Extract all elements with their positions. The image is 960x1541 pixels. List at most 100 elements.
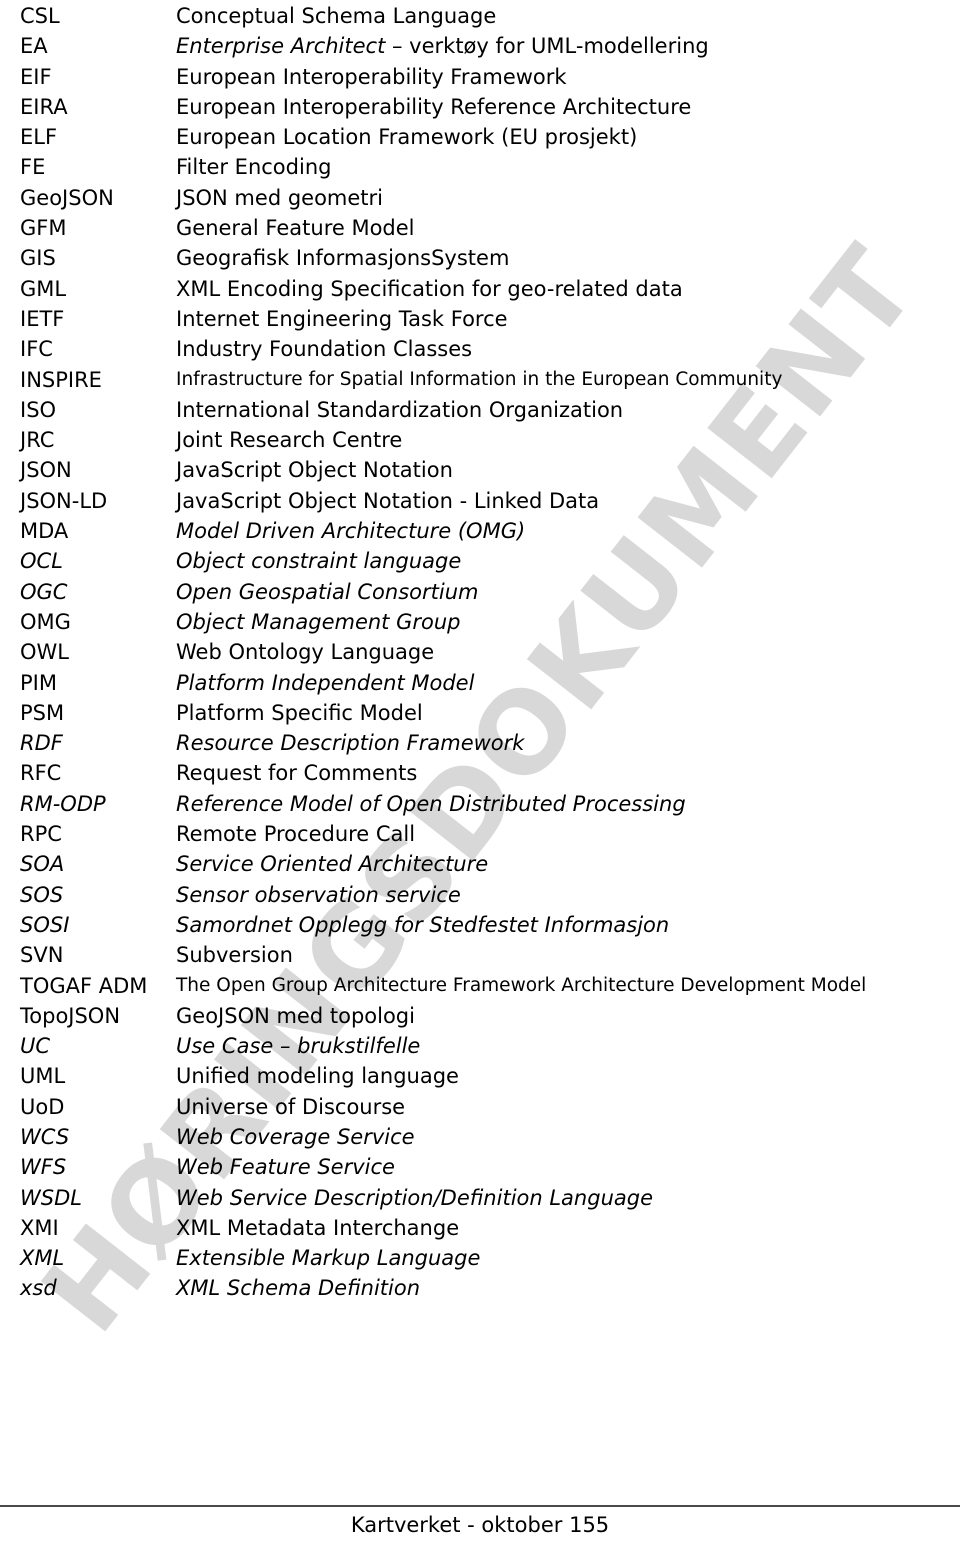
abbreviation-term: TOGAF ADM [20,973,148,998]
glossary-row: EIF European Interoperability Framework [0,62,960,92]
abbreviation-definition: GeoJSON med topologi [176,1003,415,1028]
abbreviation-definition: Object constraint language [176,549,462,574]
abbreviation-term: WFS [20,1155,67,1180]
glossary-row: OGC Open Geospatial Consortium [0,577,960,607]
abbreviation-term: EA [20,34,48,59]
glossary-row: WSDL Web Service Description/Definition L… [0,1183,960,1213]
abbreviation-term: SOSI [20,912,70,937]
abbreviation-definition: Open Geospatial Consortium [176,579,479,604]
abbreviation-term: OCL [20,549,63,574]
abbreviation-definition: European Interoperability Framework [176,64,567,89]
glossary-row: SVN Subversion [0,940,960,970]
abbreviation-definition: Subversion [176,943,293,968]
glossary-row: RFC Request for Comments [0,758,960,788]
abbreviation-definition: Extensible Markup Language [176,1246,481,1271]
abbreviation-definition: Web Feature Service [176,1155,395,1180]
glossary-row: XML Extensible Markup Language [0,1243,960,1273]
abbreviation-term: CSL [20,4,60,28]
abbreviation-definition: Geografisk InformasjonsSystem [176,246,510,271]
page-footer: Kartverket - oktober 155 [0,1505,960,1540]
glossary-row: CSL Conceptual Schema Language [0,1,960,31]
abbreviation-term: PIM [20,670,57,695]
glossary-row: ELF European Location Framework (EU prosj… [0,122,960,152]
abbreviation-term: RDF [20,731,63,756]
abbreviation-definition: Conceptual Schema Language [176,4,497,28]
abbreviation-term: UML [20,1064,66,1089]
abbreviation-definition: Service Oriented Architecture [176,852,489,877]
abbreviation-term: INSPIRE [20,367,102,392]
abbreviation-definition: Enterprise Architect – verktøy for UML-m… [176,31,709,61]
glossary-row: WFS Web Feature Service [0,1152,960,1182]
abbreviation-definition: XML Schema Definition [176,1276,421,1301]
glossary-row: TOGAF ADM The Open Group Architecture Fra… [0,971,960,1001]
abbreviation-definition: JSON med geometri [176,185,383,210]
abbreviation-definition: Joint Research Centre [176,428,403,453]
glossary-row: JSON JavaScript Object Notation [0,455,960,485]
footer-label: Kartverket - oktober 155 [350,1513,610,1537]
abbreviation-term: UoD [20,1094,65,1119]
abbreviation-term: RFC [20,761,62,786]
abbreviation-term: XML [20,1246,65,1271]
abbreviation-term: OWL [20,640,69,665]
glossary-row: GFM General Feature Model [0,213,960,243]
abbreviation-definition: Web Coverage Service [176,1124,415,1149]
glossary-row: GeoJSON JSON med geometri [0,183,960,213]
glossary-row: XMI XML Metadata Interchange [0,1213,960,1243]
abbreviation-term: TopoJSON [20,1003,121,1028]
abbreviation-definition: XML Encoding Specification for geo-relat… [176,276,683,301]
abbreviation-term: ELF [20,125,58,150]
glossary-row: RPC Remote Procedure Call [0,819,960,849]
abbreviation-term: EIRA [20,94,68,119]
glossary-row: IFC Industry Foundation Classes [0,334,960,364]
abbreviation-definition: Platform Specific Model [176,700,423,725]
abbreviation-term: EIF [20,64,52,89]
abbreviation-definition: XML Metadata Interchange [176,1215,460,1240]
abbreviation-definition: Use Case – brukstilfelle [176,1034,421,1059]
abbreviation-definition: Request for Comments [176,761,418,786]
abbreviation-definition: European Location Framework (EU prosjekt… [176,125,638,150]
glossary-row: xsd XML Schema Definition [0,1273,960,1303]
abbreviation-definition: The Open Group Architecture Framework Ar… [176,974,867,996]
abbreviation-term: UC [20,1034,51,1059]
glossary-row: OCL Object constraint language [0,546,960,576]
glossary-row: GML XML Encoding Specification for geo-re… [0,274,960,304]
glossary-row: GIS Geografisk InformasjonsSystem [0,243,960,273]
definition-remainder: – verktøy for UML-modellering [385,34,709,59]
abbreviation-definition: International Standardization Organizati… [176,397,624,422]
abbreviation-definition: Samordnet Opplegg for Stedfestet Informa… [176,912,670,937]
abbreviation-term: OGC [20,579,68,604]
abbreviation-definition: Object Management Group [176,609,461,634]
abbreviation-definition: Remote Procedure Call [176,822,416,847]
abbreviation-definition: General Feature Model [176,216,415,241]
glossary-row: IETF Internet Engineering Task Force [0,304,960,334]
abbreviation-term: OMG [20,609,71,634]
abbreviation-term: GIS [20,246,56,271]
glossary-row: WCS Web Coverage Service [0,1122,960,1152]
abbreviation-term: WCS [20,1124,70,1149]
abbreviation-term: GFM [20,216,67,241]
abbreviation-definition: Web Service Description/Definition Langu… [176,1185,653,1210]
abbreviation-definition: Platform Independent Model [176,670,475,695]
abbreviation-term: PSM [20,700,65,725]
glossary-row: RM-ODP Reference Model of Open Distribute… [0,789,960,819]
abbreviation-definition: Filter Encoding [176,155,332,180]
glossary-row: SOS Sensor observation service [0,880,960,910]
abbreviation-term: RPC [20,822,62,847]
glossary-row: FE Filter Encoding [0,152,960,182]
glossary-row: SOA Service Oriented Architecture [0,849,960,879]
abbreviation-term: FE [20,155,46,180]
glossary-row: OWL Web Ontology Language [0,637,960,667]
abbreviation-definition: Universe of Discourse [176,1094,406,1119]
abbreviation-term: WSDL [20,1185,82,1210]
glossary-row: TopoJSON GeoJSON med topologi [0,1001,960,1031]
abbreviation-definition: Infrastructure for Spatial Information i… [176,368,783,390]
abbreviation-term: IETF [20,306,65,331]
abbreviation-term: RM-ODP [20,791,106,816]
abbreviation-term: JRC [20,428,55,453]
abbreviation-definition: Unified modeling language [176,1064,459,1089]
glossary-row: RDF Resource Description Framework [0,728,960,758]
glossary-row: UoD Universe of Discourse [0,1092,960,1122]
abbreviation-definition: Resource Description Framework [176,731,525,756]
glossary-row: EIRA European Interoperability Reference … [0,92,960,122]
abbreviation-definition: Sensor observation service [176,882,461,907]
